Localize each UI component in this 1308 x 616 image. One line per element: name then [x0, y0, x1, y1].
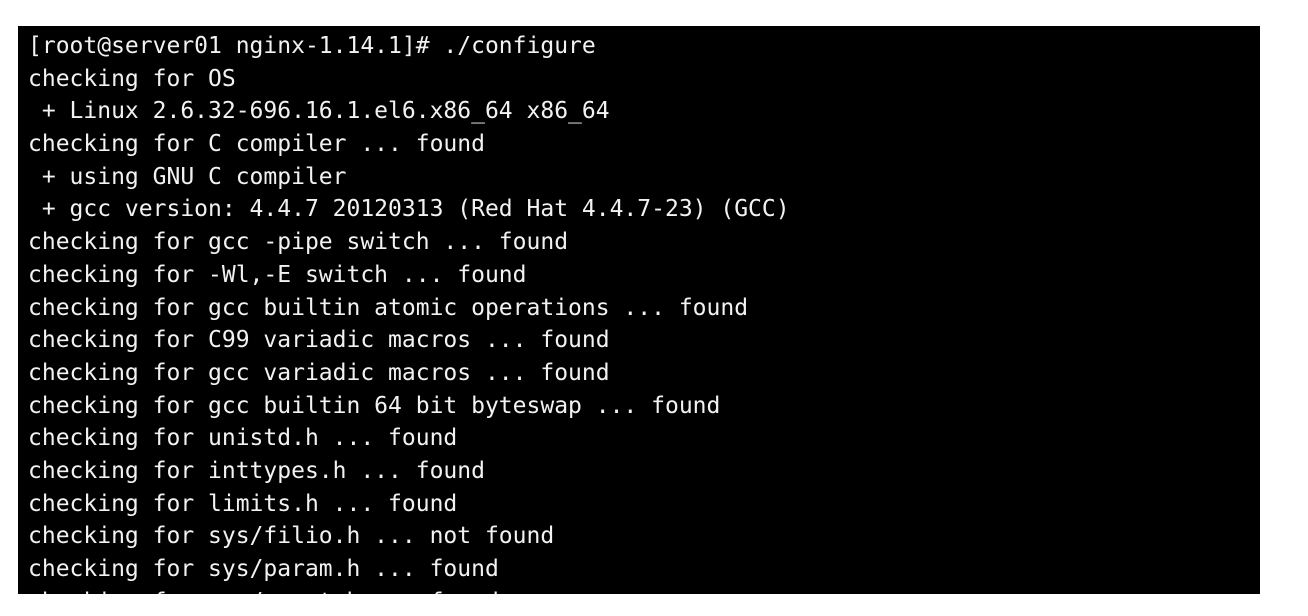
terminal-line: checking for unistd.h ... found	[28, 425, 458, 452]
terminal-line: checking for OS	[28, 65, 236, 92]
terminal-line: checking for gcc builtin atomic operatio…	[28, 294, 749, 321]
terminal-line: + gcc version: 4.4.7 20120313 (Red Hat 4…	[28, 196, 790, 223]
terminal-line: checking for -Wl,-E switch ... found	[28, 261, 527, 288]
terminal-line: checking for C compiler ... found	[28, 131, 485, 158]
terminal-line: checking for sys/mount.h ... found	[28, 586, 1260, 594]
terminal-prompt-line: [root@server01 nginx-1.14.1]# ./configur…	[28, 33, 596, 59]
terminal-line: checking for limits.h ... found	[28, 490, 458, 517]
terminal-window[interactable]: [root@server01 nginx-1.14.1]# ./configur…	[18, 26, 1260, 594]
terminal-line: + using GNU C compiler	[28, 163, 347, 190]
terminal-line: checking for gcc builtin 64 bit byteswap…	[28, 392, 721, 419]
terminal-line: checking for gcc variadic macros ... fou…	[28, 359, 610, 386]
terminal-line: + Linux 2.6.32-696.16.1.el6.x86_64 x86_6…	[28, 98, 610, 125]
terminal-output: [root@server01 nginx-1.14.1]# ./configur…	[18, 26, 1260, 594]
terminal-line: checking for sys/param.h ... found	[28, 556, 499, 582]
terminal-line: checking for gcc -pipe switch ... found	[28, 229, 569, 256]
terminal-line: checking for C99 variadic macros ... fou…	[28, 327, 610, 354]
terminal-line: checking for inttypes.h ... found	[28, 457, 485, 484]
terminal-line: checking for sys/filio.h ... not found	[28, 523, 555, 550]
